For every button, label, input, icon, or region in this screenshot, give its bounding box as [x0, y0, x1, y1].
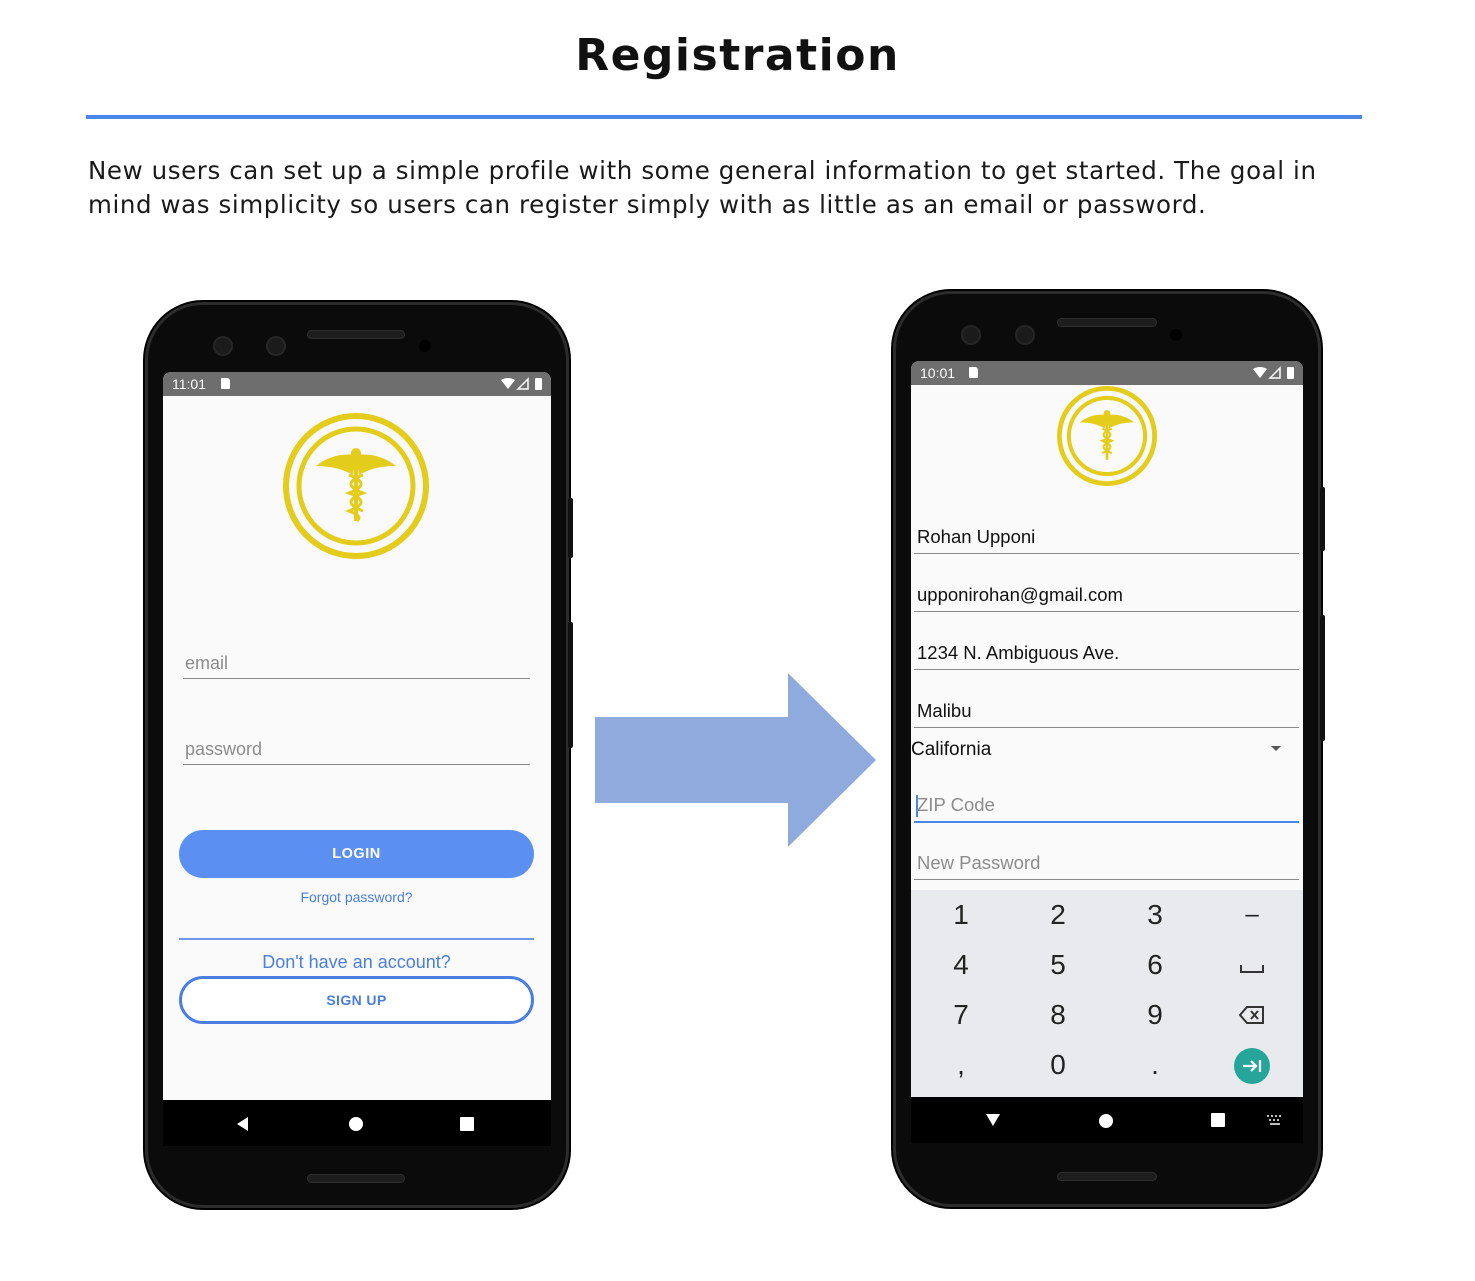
name-field[interactable]: Rohan Upponi — [914, 511, 1299, 554]
battery-icon — [1287, 367, 1294, 379]
bottom-speaker — [1057, 1172, 1157, 1181]
key-1[interactable]: 1 — [916, 893, 1006, 937]
city-field[interactable]: Malibu — [914, 685, 1299, 728]
recents-icon[interactable] — [460, 1117, 474, 1131]
back-icon[interactable] — [235, 1116, 251, 1132]
caduceus-logo — [283, 413, 429, 559]
password-field[interactable]: password — [183, 726, 530, 765]
key-period[interactable]: . — [1110, 1043, 1200, 1087]
chevron-down-icon — [1271, 746, 1281, 751]
key-8[interactable]: 8 — [1013, 993, 1103, 1037]
new-password-placeholder: New Password — [917, 852, 1041, 873]
key-6[interactable]: 6 — [1110, 943, 1200, 987]
proximity-dot — [1170, 329, 1182, 341]
recents-icon[interactable] — [1211, 1113, 1225, 1127]
key-4[interactable]: 4 — [916, 943, 1006, 987]
status-bar: 10:01 — [911, 361, 1303, 385]
earpiece-speaker — [1057, 318, 1157, 327]
email-field[interactable]: upponirohan@gmail.com — [914, 569, 1299, 612]
next-arrow-icon — [1243, 1060, 1262, 1072]
hide-keyboard-icon[interactable] — [985, 1113, 1001, 1127]
login-phone: 11:01 email password LOGIN Forgot passwo… — [145, 302, 573, 1208]
key-minus[interactable]: – — [1207, 893, 1297, 937]
key-7[interactable]: 7 — [916, 993, 1006, 1037]
city-value: Malibu — [917, 700, 972, 721]
email-placeholder: email — [185, 653, 229, 673]
zip-field[interactable]: ZIP Code — [914, 779, 1299, 823]
title-rule — [86, 115, 1362, 119]
key-3[interactable]: 3 — [1110, 893, 1200, 937]
key-2[interactable]: 2 — [1013, 893, 1103, 937]
password-placeholder: password — [185, 739, 263, 759]
address-value: 1234 N. Ambiguous Ave. — [917, 642, 1120, 663]
signal-icon — [516, 377, 529, 390]
signal-icon — [1268, 366, 1281, 379]
key-comma[interactable]: , — [916, 1043, 1006, 1087]
signup-button[interactable]: SIGN UP — [179, 976, 534, 1024]
front-sensor — [266, 336, 286, 356]
proximity-dot — [419, 340, 431, 352]
zip-placeholder: ZIP Code — [917, 794, 995, 815]
front-camera — [213, 336, 233, 356]
new-password-field[interactable]: New Password — [914, 837, 1299, 880]
status-time: 11:01 — [172, 376, 206, 392]
email-value: upponirohan@gmail.com — [917, 584, 1123, 605]
address-field[interactable]: 1234 N. Ambiguous Ave. — [914, 627, 1299, 670]
front-sensor — [1015, 325, 1035, 345]
transition-arrow — [595, 673, 876, 847]
sd-card-icon — [221, 378, 230, 389]
next-field-button[interactable] — [1234, 1048, 1270, 1084]
key-0[interactable]: 0 — [1013, 1043, 1103, 1087]
section-divider — [179, 938, 534, 940]
backspace-icon[interactable] — [1239, 1005, 1265, 1025]
nav-bar — [911, 1097, 1303, 1143]
forgot-password-link[interactable]: Forgot password? — [179, 889, 534, 905]
login-screen: 11:01 email password LOGIN Forgot passwo… — [163, 372, 551, 1146]
wifi-icon — [501, 378, 515, 389]
state-select[interactable]: California — [911, 737, 1299, 767]
register-phone: 10:01 Rohan Upponi upponirohan@gmail.com — [893, 291, 1325, 1207]
front-camera — [961, 325, 981, 345]
earpiece-speaker — [307, 330, 405, 339]
caduceus-logo — [1057, 386, 1157, 486]
name-value: Rohan Upponi — [917, 526, 1036, 547]
page-title: Registration — [575, 30, 900, 81]
wifi-icon — [1253, 367, 1267, 378]
home-icon[interactable] — [1098, 1113, 1114, 1129]
home-icon[interactable] — [348, 1116, 364, 1132]
intro-paragraph: New users can set up a simple profile wi… — [88, 156, 1317, 219]
status-bar: 11:01 — [163, 372, 551, 396]
battery-icon — [535, 378, 542, 390]
email-field[interactable]: email — [183, 640, 530, 679]
login-button[interactable]: LOGIN — [179, 830, 534, 878]
state-value: California — [911, 739, 992, 760]
space-icon[interactable] — [1240, 964, 1264, 974]
keyboard-switch-icon[interactable] — [1267, 1115, 1283, 1125]
status-time: 10:01 — [920, 365, 956, 381]
no-account-text: Don't have an account? — [262, 952, 451, 972]
sd-card-icon — [969, 367, 978, 378]
key-9[interactable]: 9 — [1110, 993, 1200, 1037]
system-status-icons — [501, 377, 542, 390]
system-status-icons — [1253, 366, 1294, 379]
nav-bar — [163, 1100, 551, 1146]
register-screen: 10:01 Rohan Upponi upponirohan@gmail.com — [911, 361, 1303, 1143]
bottom-speaker — [307, 1174, 405, 1183]
numeric-keypad: 1 2 3 – 4 5 6 7 8 9 , 0 . — [911, 890, 1303, 1097]
key-5[interactable]: 5 — [1013, 943, 1103, 987]
